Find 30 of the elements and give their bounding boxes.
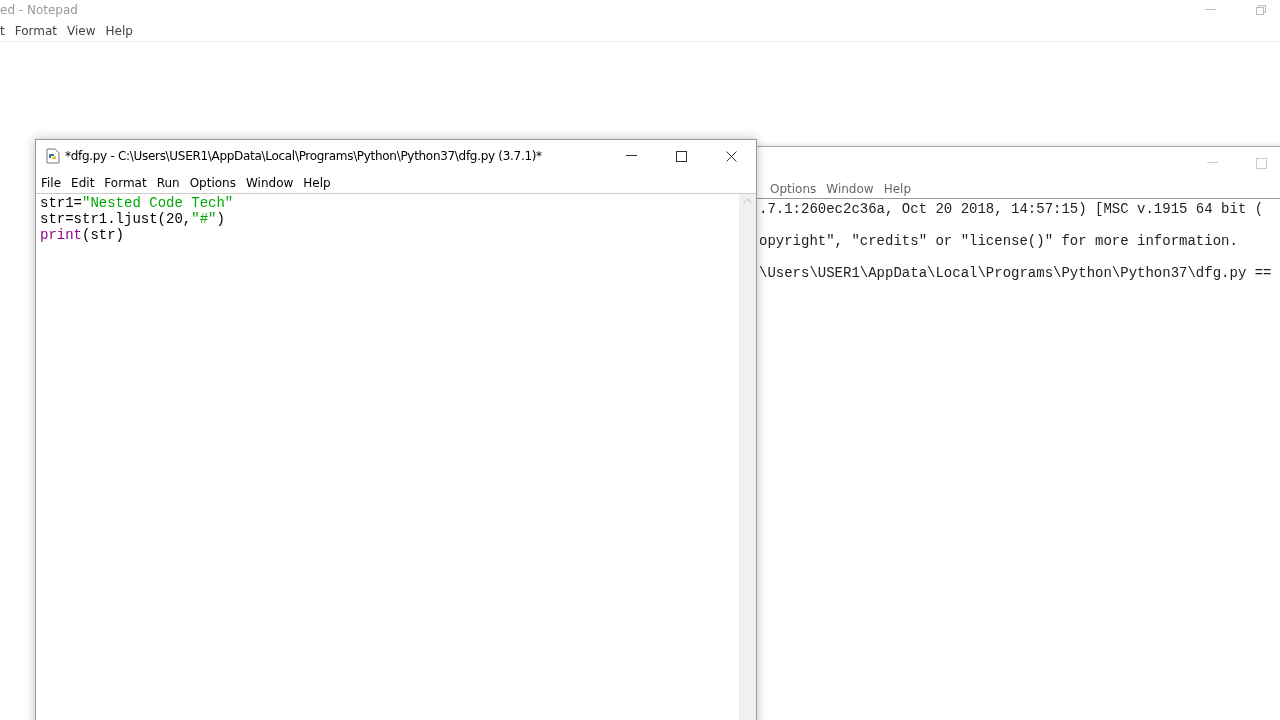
- maximize-icon[interactable]: [676, 150, 687, 162]
- code-line: str1="Nested Code Tech": [40, 195, 234, 211]
- minimize-icon[interactable]: [626, 155, 637, 157]
- window-title: ed - Notepad: [0, 2, 78, 19]
- menu-item[interactable]: Window: [826, 179, 874, 198]
- menu-item[interactable]: View: [67, 21, 96, 40]
- code-line: str=str1.ljust(20,"#"): [40, 211, 225, 227]
- menu-item[interactable]: Format: [104, 173, 147, 192]
- menu-item[interactable]: Options: [770, 179, 817, 198]
- console-line: .7.1:260ec2c36a, Oct 20 2018, 14:57:15) [MSC v.1915 64 bit (: [759, 201, 1264, 217]
- menu-item[interactable]: Format: [14, 21, 57, 40]
- close-icon[interactable]: [726, 150, 737, 162]
- code-editor[interactable]: str1="Nested Code Tech" str=str1.ljust(20,"#") print(str): [36, 194, 739, 720]
- scroll-up-icon[interactable]: [743, 198, 752, 204]
- menu-item[interactable]: File: [41, 173, 62, 192]
- code-line: print(str): [40, 227, 125, 243]
- menu-item[interactable]: t: [0, 21, 5, 40]
- menu-item[interactable]: Help: [303, 173, 331, 192]
- menu-item[interactable]: Edit: [71, 173, 95, 192]
- python-file-icon: [45, 148, 61, 164]
- menu-item[interactable]: Run: [156, 173, 180, 192]
- restore-icon[interactable]: [1256, 5, 1266, 15]
- menu-item[interactable]: Help: [883, 179, 911, 198]
- console-line: \Users\USER1\AppData\Local\Programs\Python\Python37\dfg.py ==: [759, 265, 1272, 281]
- menu-item[interactable]: Window: [245, 173, 294, 192]
- menu-item[interactable]: Help: [105, 21, 133, 40]
- window-title: *dfg.py - C:\Users\USER1\AppData\Local\Programs\Python\Python37\dfg.py (3.7.1)*: [65, 148, 542, 165]
- scrollbar[interactable]: [739, 194, 756, 720]
- console-line: opyright", "credits" or "license()" for more information.: [759, 233, 1238, 249]
- menu-item[interactable]: Options: [189, 173, 236, 192]
